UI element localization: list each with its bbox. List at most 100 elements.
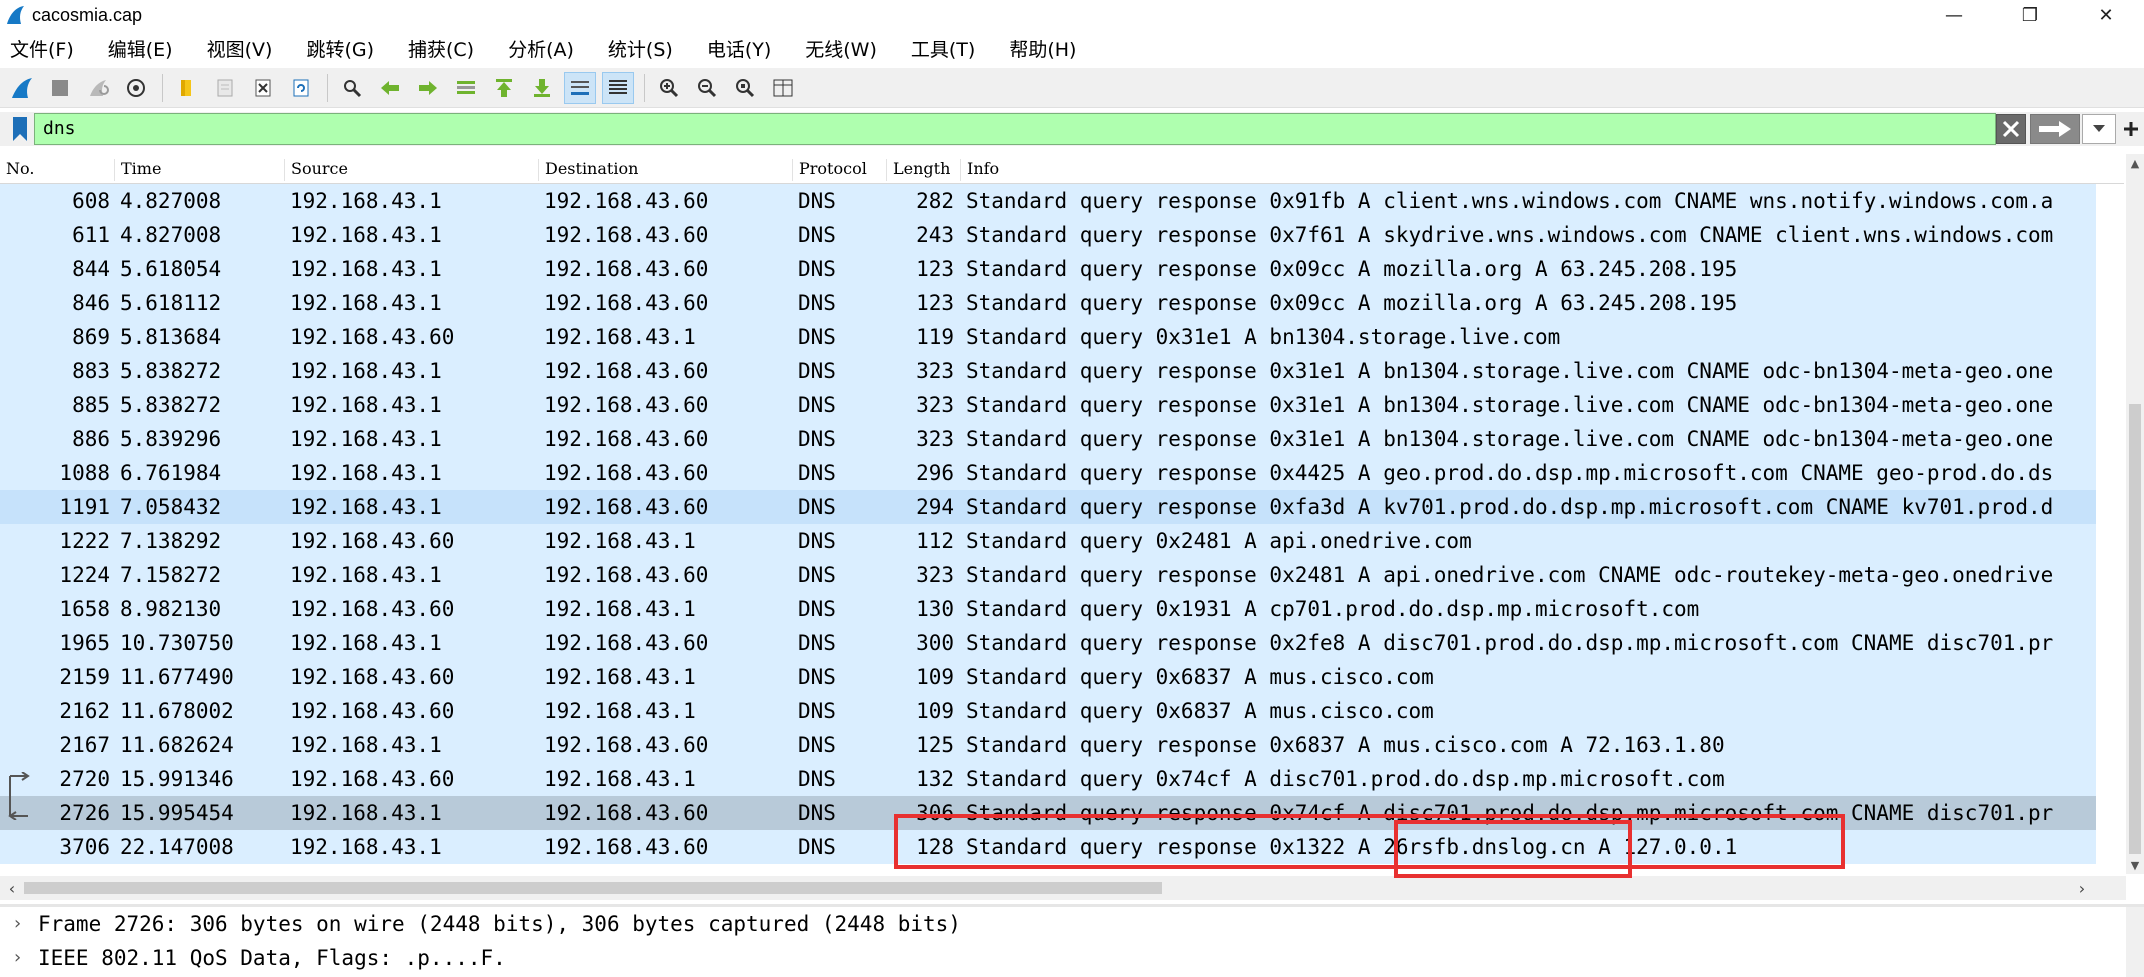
horizontal-scroll-thumb[interactable] [24,882,1162,894]
packet-row[interactable]: 846 5.618112 192.168.43.1 192.168.43.60 DNS 1… [0,286,2096,320]
cell-time: 5.839296 [120,427,222,451]
cell-info: Standard query response 0x4425 A geo.pro… [966,461,2054,485]
menu-wireless[interactable]: 无线(W) [805,35,877,62]
display-filter-input[interactable]: dns [34,113,1996,145]
cell-length: 130 [916,597,954,621]
menu-statistics[interactable]: 统计(S) [608,35,673,62]
go-first-button[interactable] [488,72,520,104]
packet-row[interactable]: 886 5.839296 192.168.43.1 192.168.43.60 DNS 3… [0,422,2096,456]
minimize-button[interactable]: — [1916,0,1992,30]
cell-length: 112 [916,529,954,553]
window-title: cacosmia.cap [32,4,143,25]
cell-protocol: DNS [798,597,836,621]
filter-clear-button[interactable] [1996,114,2026,144]
find-packet-button[interactable] [336,72,368,104]
restart-capture-button[interactable] [82,72,114,104]
scroll-right-icon[interactable]: › [2070,876,2094,900]
zoom-out-button[interactable] [691,72,723,104]
menu-analyze[interactable]: 分析(A) [508,35,574,62]
details-vertical-scrollbar[interactable] [2126,907,2144,977]
column-header-protocol[interactable]: Protocol [792,159,867,181]
packet-row[interactable]: 885 5.838272 192.168.43.1 192.168.43.60 DNS 3… [0,388,2096,422]
maximize-button[interactable]: ❐ [1992,0,2068,30]
column-header-destination[interactable]: Destination [538,159,638,181]
menu-go[interactable]: 跳转(G) [306,35,374,62]
cell-no: 1658 [59,597,110,621]
column-header-length[interactable]: Length [886,159,950,181]
chevron-right-icon[interactable]: › [12,941,23,975]
autoscroll-button[interactable] [564,71,596,104]
go-forward-button[interactable] [412,72,444,104]
menu-file[interactable]: 文件(F) [10,35,74,62]
scroll-down-icon[interactable]: ▼ [2126,856,2144,874]
cell-no: 1224 [59,563,110,587]
cell-time: 6.761984 [120,461,222,485]
packet-row[interactable]: 1222 7.138292 192.168.43.60 192.168.43.1 DNS… [0,524,2096,558]
go-last-button[interactable] [526,72,558,104]
packet-row[interactable]: 1191 7.058432 192.168.43.1 192.168.43.60 DNS… [0,490,2096,524]
menu-view[interactable]: 视图(V) [207,35,273,62]
cell-info: Standard query 0x2481 A api.onedrive.com [966,529,1472,553]
packet-row[interactable]: 844 5.618054 192.168.43.1 192.168.43.60 DNS 1… [0,252,2096,286]
filter-bookmark-button[interactable] [4,113,36,145]
open-file-button[interactable] [171,72,203,104]
menu-help[interactable]: 帮助(H) [1009,35,1076,62]
go-back-button[interactable] [374,72,406,104]
close-file-button[interactable] [247,72,279,104]
add-filter-button[interactable] [2118,114,2144,144]
colorize-button[interactable] [602,71,634,104]
packet-row[interactable]: 608 4.827008 192.168.43.1 192.168.43.60 DNS 2… [0,184,2096,218]
detail-text: Frame 2726: 306 bytes on wire (2448 bits… [38,912,961,936]
column-header-info[interactable]: Info [960,159,999,181]
scroll-left-icon[interactable]: ‹ [0,876,24,900]
cell-source: 192.168.43.60 [290,665,455,689]
packet-row[interactable]: 1224 7.158272 192.168.43.1 192.168.43.60 DNS… [0,558,2096,592]
column-header-no[interactable]: No. [0,159,34,181]
cell-no: 2159 [59,665,110,689]
packet-row[interactable]: 2167 11.682624 192.168.43.1 192.168.43.60 DN… [0,728,2096,762]
plus-icon [2124,122,2138,136]
packet-row[interactable]: 1965 10.730750 192.168.43.1 192.168.43.60 DN… [0,626,2096,660]
filter-apply-button[interactable] [2030,114,2080,144]
packet-row[interactable]: 611 4.827008 192.168.43.1 192.168.43.60 DNS 2… [0,218,2096,252]
vertical-scroll-thumb[interactable] [2129,404,2141,854]
zoom-normal-button[interactable] [729,72,761,104]
detail-row-frame[interactable]: › Frame 2726: 306 bytes on wire (2448 bi… [0,907,2144,941]
menu-edit[interactable]: 编辑(E) [108,35,173,62]
start-capture-button[interactable] [6,72,38,104]
packet-row[interactable]: 2720 15.991346 192.168.43.60 192.168.43.1 DN… [0,762,2096,796]
column-header-time[interactable]: Time [114,159,161,181]
packet-list-vertical-scrollbar[interactable]: ▲ ▼ [2126,154,2144,874]
chevron-right-icon[interactable]: › [12,907,23,941]
filter-history-dropdown[interactable] [2082,114,2116,144]
cell-source: 192.168.43.1 [290,631,442,655]
menu-tools[interactable]: 工具(T) [911,35,975,62]
cell-time: 8.982130 [120,597,222,621]
menu-capture[interactable]: 捕获(C) [408,35,474,62]
go-to-packet-button[interactable] [450,72,482,104]
stop-capture-button[interactable] [44,72,76,104]
zoom-in-button[interactable] [653,72,685,104]
packet-row[interactable]: 2162 11.678002 192.168.43.60 192.168.43.1 DN… [0,694,2096,728]
resize-columns-button[interactable] [767,72,799,104]
cell-protocol: DNS [798,189,836,213]
cell-time: 11.678002 [120,699,234,723]
packet-row[interactable]: 1658 8.982130 192.168.43.60 192.168.43.1 DNS… [0,592,2096,626]
cell-info: Standard query response 0x31e1 A bn1304.… [966,359,2054,383]
packet-row[interactable]: 2159 11.677490 192.168.43.60 192.168.43.1 DN… [0,660,2096,694]
packet-list-horizontal-scrollbar[interactable]: ‹ › [0,876,2126,900]
detail-row-80211[interactable]: › IEEE 802.11 QoS Data, Flags: .p....F. [0,941,2144,975]
reload-file-button[interactable] [285,72,317,104]
capture-options-button[interactable] [120,72,152,104]
cell-protocol: DNS [798,801,836,825]
menu-telephony[interactable]: 电话(Y) [707,35,771,62]
packet-row[interactable]: 1088 6.761984 192.168.43.1 192.168.43.60 DNS… [0,456,2096,490]
close-button[interactable]: ✕ [2068,0,2144,30]
cell-protocol: DNS [798,767,836,791]
column-header-source[interactable]: Source [284,159,348,181]
packet-row[interactable]: 883 5.838272 192.168.43.1 192.168.43.60 DNS 3… [0,354,2096,388]
save-file-button[interactable] [209,72,241,104]
scroll-up-icon[interactable]: ▲ [2126,154,2144,172]
go-to-packet-icon [457,80,475,94]
packet-row[interactable]: 869 5.813684 192.168.43.60 192.168.43.1 DNS 1… [0,320,2096,354]
